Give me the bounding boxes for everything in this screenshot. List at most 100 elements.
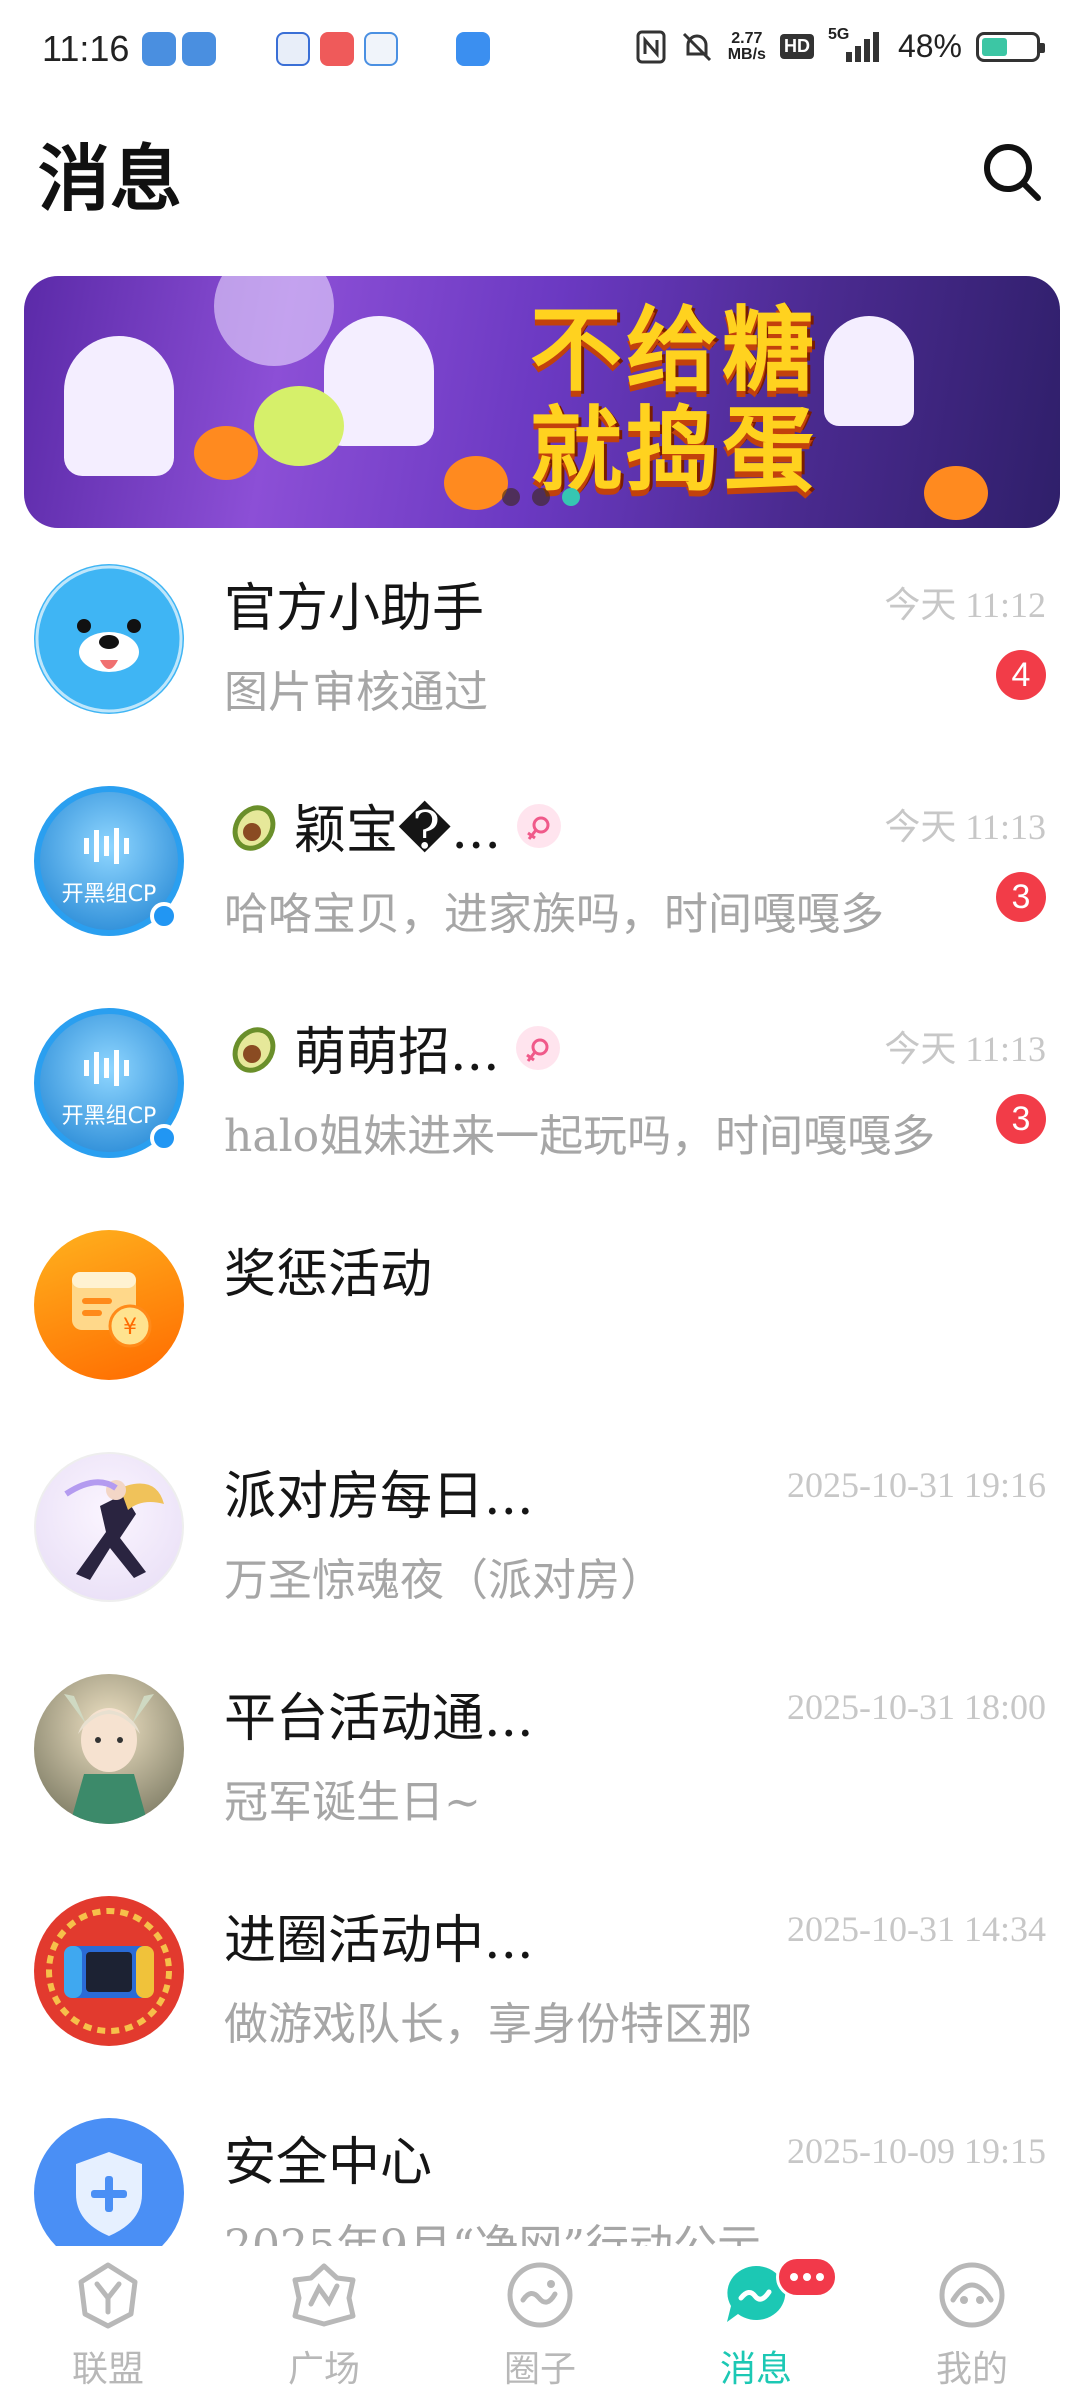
banner-title-line2: 就捣蛋 [529,397,818,504]
tab-alliance[interactable]: 联盟 [0,2246,216,2400]
tab-circle[interactable]: 圈子 [432,2246,648,2400]
avocado-icon [232,804,276,851]
status-indicators: 2.77 MB/s HD 5G 48% [636,26,1045,65]
message-title: 官方小助手 [224,579,485,639]
list-item[interactable]: ¥ 奖惩活动 [0,1218,1080,1440]
female-icon [515,1025,560,1070]
status-bar: 11:16 2.77 MB/s HD 5G 48% [0,0,1080,100]
signal-indicator: 5G [828,26,884,64]
pumpkin-decoration [194,426,258,480]
ghost-decoration [254,386,344,466]
message-title: 萌萌招... [294,1023,500,1083]
list-item[interactable]: 平台活动通... 2025-10-31 18:00 冠军诞生日~ [0,1662,1080,1884]
tab-label: 我的 [935,2349,1008,2390]
message-time: 2025-10-31 19:16 [787,1465,1046,1505]
message-time: 2025-10-31 18:00 [787,1687,1046,1727]
list-item[interactable]: 开黑组CP 萌萌招... 今天 11:13 halo姐妹进来一起玩吗，时间嘎嘎多… [0,996,1080,1218]
list-item[interactable]: 开黑组CP 颖宝�... 今天 11:13 哈咯宝贝，进家族吗，时间嘎嘎多 3 [0,774,1080,996]
banner-page-indicator [502,488,580,506]
circle-icon [507,2262,573,2328]
list-item[interactable]: 进圈活动中... 2025-10-31 14:34 做游戏队长，享身份特区那 [0,1884,1080,2106]
character-portrait-icon [64,1694,154,1824]
message-preview: 图片审核通过 [224,667,488,718]
banner-dot-active [562,488,580,506]
svg-text:¥: ¥ [123,1315,137,1340]
banner-title-line1: 不给糖 [529,297,818,404]
search-icon[interactable] [976,136,1048,208]
message-time: 今天 11:12 [884,585,1046,625]
notification-app-icon [182,32,216,66]
seal-mascot-icon [35,565,183,713]
message-title: 派对房每日... [224,1467,534,1527]
unread-badge: 3 [996,872,1046,922]
status-time: 11:16 [42,28,130,69]
message-title: 进圈活动中... [224,1911,534,1971]
message-preview: 哈咯宝贝，进家族吗，时间嘎嘎多 [224,889,884,940]
online-status-dot [150,902,178,930]
signal-icon [845,31,879,62]
more-dots-badge [776,2256,838,2298]
avocado-icon [232,1026,276,1073]
message-title: 颖宝�... [294,801,501,861]
tab-profile[interactable]: 我的 [864,2246,1080,2400]
message-title-row: 颖宝�... [224,788,561,863]
online-status-dot [150,1124,178,1152]
battery-fill [982,37,1007,56]
tab-label: 广场 [287,2349,360,2390]
net-speed-value: 2.77 [731,29,763,47]
alliance-icon [78,2262,138,2329]
reward-calendar-icon: ¥ [72,1272,152,1348]
moon-decoration [214,276,334,366]
unread-badge: 3 [996,1094,1046,1144]
tab-plaza[interactable]: 广场 [216,2246,432,2400]
profile-icon [939,2262,1005,2328]
notification-app-icon [364,32,398,66]
bottom-nav: 联盟 广场 圈子 消息 我的 [0,2246,1080,2400]
net-speed: 2.77 MB/s [727,29,766,63]
notification-app-icon [142,32,176,66]
female-icon [516,803,561,848]
avatar-party-room [34,1452,184,1602]
plaza-icon [292,2263,356,2327]
sound-wave-icon [84,1050,129,1086]
avatar-platform-activity [34,1674,184,1824]
message-preview: 万圣惊魂夜（派对房） [224,1555,664,1606]
tab-label: 圈子 [503,2349,576,2390]
message-time: 今天 11:13 [884,1029,1046,1069]
message-time: 2025-10-09 19:15 [787,2131,1046,2171]
notification-app-icon [276,32,310,66]
banner-dot [502,488,520,506]
message-title: 奖惩活动 [224,1245,433,1305]
battery-icon [976,31,1045,62]
character-figure-icon [64,1479,164,1580]
tab-label: 消息 [719,2349,792,2390]
list-item[interactable]: 官方小助手 今天 11:12 图片审核通过 4 [0,552,1080,774]
sound-wave-icon [84,828,129,864]
message-preview: halo姐妹进来一起玩吗，时间嘎嘎多 [224,1111,936,1162]
unread-badge: 4 [996,650,1046,700]
halloween-banner[interactable]: 不给糖 就捣蛋 [24,276,1060,528]
message-title: 安全中心 [224,2133,433,2193]
page-title: 消息 [38,137,183,221]
net-speed-unit: MB/s [727,45,766,63]
hd-badge: HD [779,34,814,59]
tab-messages[interactable]: 消息 [648,2246,864,2400]
mute-bell-icon [682,32,711,61]
message-title: 平台活动通... [224,1689,534,1749]
battery-percent: 48% [897,28,962,64]
message-preview: 冠军诞生日~ [224,1777,481,1828]
banner-dot [532,488,550,506]
notification-app-icon [320,32,354,66]
message-preview: 做游戏队长，享身份特区那 [224,1999,752,2050]
game-console-icon [46,1908,172,2034]
list-item[interactable]: 派对房每日... 2025-10-31 19:16 万圣惊魂夜（派对房） [0,1440,1080,1662]
avatar-circle-activity [34,1896,184,2046]
avatar-reward-activity: ¥ [34,1230,184,1380]
message-time: 今天 11:13 [884,807,1046,847]
notification-app-icon [456,32,490,66]
tab-label: 联盟 [71,2349,144,2390]
banner-title: 不给糖 就捣蛋 [414,286,934,516]
avatar-official-assistant [34,564,184,714]
message-time: 2025-10-31 14:34 [787,1909,1046,1949]
nfc-icon [636,30,666,63]
